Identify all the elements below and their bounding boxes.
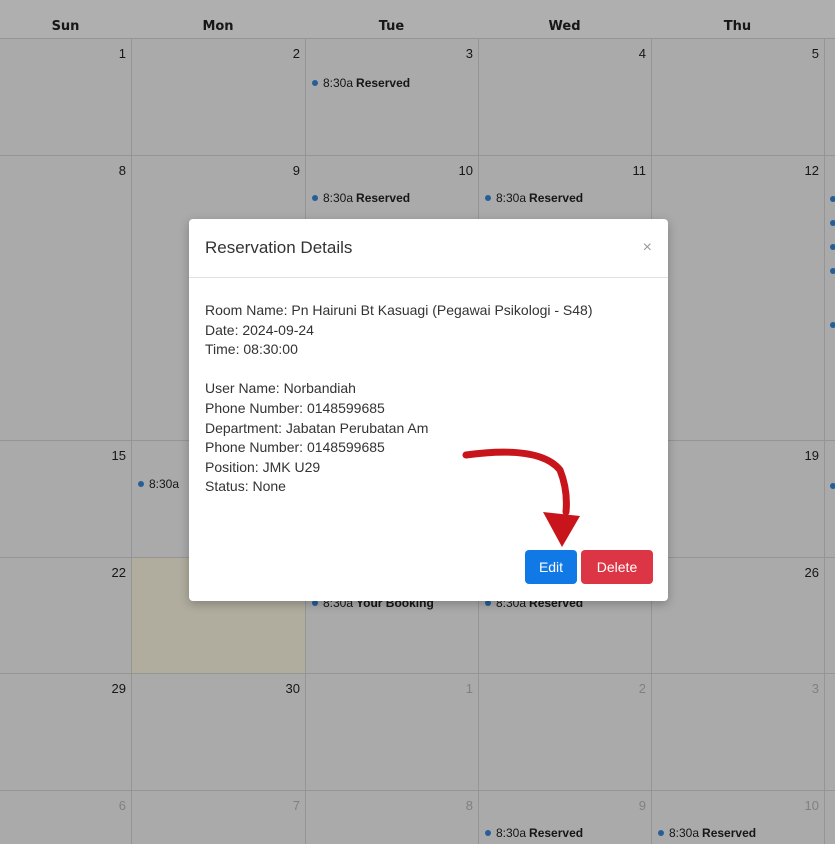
date-text: Date: 2024-09-24 bbox=[205, 321, 314, 338]
modal-body: Room Name: Pn Hairuni Bt Kasuagi (Pegawa… bbox=[205, 301, 593, 497]
modal-title: Reservation Details bbox=[205, 238, 353, 257]
delete-button[interactable]: Delete bbox=[581, 550, 653, 584]
close-icon[interactable]: × bbox=[643, 239, 652, 257]
room-name-text: Room Name: Pn Hairuni Bt Kasuagi (Pegawa… bbox=[205, 302, 593, 318]
reservation-details-modal: Reservation Details × Room Name: Pn Hair… bbox=[189, 219, 668, 601]
edit-button[interactable]: Edit bbox=[525, 550, 577, 584]
position-text: Position: JMK U29 bbox=[205, 458, 321, 475]
phone-number-text: Phone Number: 0148599685 bbox=[205, 399, 385, 416]
user-name-text: User Name: Norbandiah bbox=[205, 380, 356, 397]
phone-number-text: Phone Number: 0148599685 bbox=[205, 439, 385, 456]
department-text: Department: Jabatan Perubatan Am bbox=[205, 419, 429, 436]
time-text: Time: 08:30:00 bbox=[205, 341, 298, 358]
modal-header: Reservation Details × bbox=[189, 219, 668, 278]
status-text: Status: None bbox=[205, 478, 286, 495]
